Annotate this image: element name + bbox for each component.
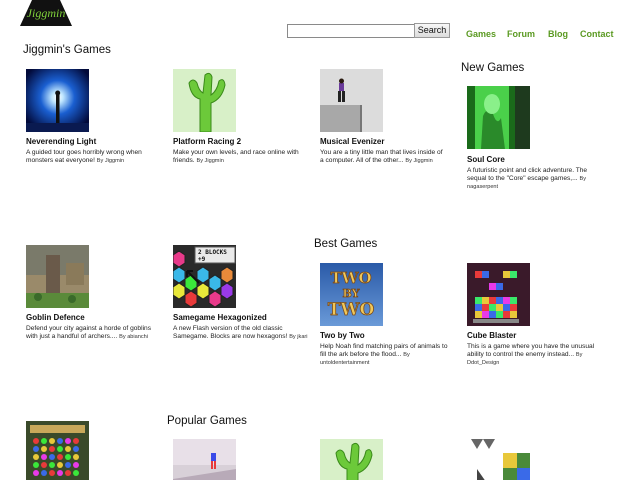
game-description: Defend your city against a horde of gobl… xyxy=(26,325,151,340)
section-new-games: New Games xyxy=(461,62,525,74)
thumb-text-bot: TWO xyxy=(328,300,375,320)
thumb-two-by-two[interactable]: TWO BY TWO xyxy=(320,263,383,326)
logo-text: Jiggmin xyxy=(27,6,66,20)
nav-blog[interactable]: Blog xyxy=(548,29,568,39)
game-author: By abianchi xyxy=(119,334,149,340)
game-title[interactable]: Two by Two xyxy=(320,331,365,340)
nav-forum[interactable]: Forum xyxy=(507,29,535,39)
game-author: By Jiggmin xyxy=(96,158,125,164)
thumb-musical-evenizer[interactable] xyxy=(320,69,383,132)
game-title[interactable]: Musical Evenizer xyxy=(320,137,384,146)
logo-trapezoid: Jiggmin xyxy=(20,0,72,26)
thumb-popular-4[interactable] xyxy=(467,439,530,480)
game-description: A new Flash version of the old classic S… xyxy=(173,325,308,340)
thumb-cube-blaster[interactable] xyxy=(467,263,530,326)
search-button[interactable]: Search xyxy=(414,23,450,38)
thumb-samegame-hexagonized[interactable]: 2 BLOCKS +9 xyxy=(173,245,236,308)
game-description: This is a game where you have the unusua… xyxy=(467,343,595,366)
nav-contact[interactable]: Contact xyxy=(580,29,614,39)
nav-games[interactable]: Games xyxy=(466,29,496,39)
game-description: A futuristic point and click adventure. … xyxy=(467,167,588,190)
site-logo[interactable]: Jiggmin xyxy=(20,0,72,26)
game-author: By Jiggmin xyxy=(405,158,433,164)
thumb-popular-2[interactable] xyxy=(173,439,236,480)
game-author: By Jiggmin xyxy=(196,158,224,164)
game-title[interactable]: Platform Racing 2 xyxy=(173,137,241,146)
thumb-neverending-light[interactable] xyxy=(26,69,89,132)
game-description: You are a tiny little man that lives ins… xyxy=(320,149,443,164)
game-title[interactable]: Neverending Light xyxy=(26,137,96,146)
search-input[interactable] xyxy=(287,24,417,38)
section-best-games: Best Games xyxy=(314,238,378,250)
game-title[interactable]: Cube Blaster xyxy=(467,331,516,340)
thumb-text-mid: BY xyxy=(343,287,360,300)
thumb-text: 2 BLOCKS xyxy=(198,249,227,256)
thumb-goblin-defence[interactable] xyxy=(26,245,89,308)
thumb-popular-3[interactable] xyxy=(320,439,383,480)
game-title[interactable]: Samegame Hexagonized xyxy=(173,313,267,322)
game-description: Make your own levels, and race online wi… xyxy=(173,149,299,164)
thumb-soul-core[interactable] xyxy=(467,86,530,149)
game-description: A guided tour goes horribly wrong when m… xyxy=(26,149,142,164)
thumb-popular-1[interactable] xyxy=(26,421,89,480)
game-title[interactable]: Goblin Defence xyxy=(26,313,85,322)
game-title[interactable]: Soul Core xyxy=(467,155,505,164)
game-description: Help Noah find matching pairs of animals… xyxy=(320,343,448,366)
game-author: By jkari xyxy=(289,334,308,340)
thumb-platform-racing-2[interactable] xyxy=(173,69,236,132)
section-jiggmins-games: Jiggmin's Games xyxy=(23,44,111,56)
thumb-text-top: TWO xyxy=(330,269,371,287)
section-popular-games: Popular Games xyxy=(167,415,247,427)
thumb-score: +9 xyxy=(198,256,206,263)
